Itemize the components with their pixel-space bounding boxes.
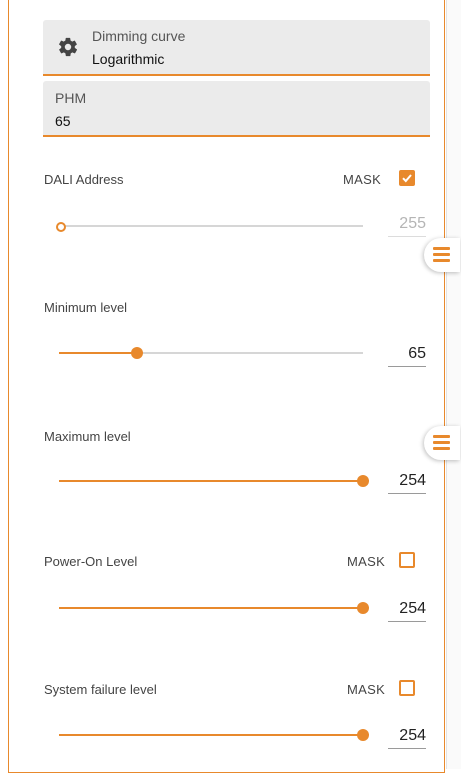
minimum-level-slider-thumb[interactable] [131, 347, 143, 359]
dimming-curve-field[interactable]: Dimming curve Logarithmic [43, 20, 430, 76]
phm-value: 65 [55, 113, 71, 129]
dali-address-mask-checkbox[interactable] [399, 170, 415, 186]
dali-address-slider-thumb[interactable] [56, 222, 66, 232]
gear-icon [59, 37, 78, 57]
system-failure-level-mask-checkbox[interactable] [399, 680, 415, 696]
system-failure-level-value[interactable]: 254 [388, 727, 426, 749]
system-failure-level-mask-label: MASK [347, 682, 386, 697]
minimum-level-slider-fill [59, 352, 137, 354]
maximum-level-slider-fill [59, 480, 363, 482]
phm-label: PHM [55, 90, 87, 106]
dali-address-value[interactable]: 255 [388, 215, 426, 237]
maximum-level-value[interactable]: 254 [388, 472, 426, 494]
power-on-level-value[interactable]: 254 [388, 600, 426, 622]
dali-address-label: DALI Address [44, 172, 124, 187]
maximum-level-slider[interactable] [59, 475, 369, 487]
power-on-level-slider-fill [59, 607, 363, 609]
dimming-curve-label: Dimming curve [92, 28, 186, 44]
dimming-curve-value: Logarithmic [92, 51, 165, 67]
side-menu-button-bottom[interactable] [424, 426, 460, 460]
minimum-level-slider[interactable] [59, 347, 363, 359]
dali-address-slider[interactable] [56, 222, 363, 232]
maximum-level-label: Maximum level [44, 429, 131, 444]
system-failure-level-slider[interactable] [59, 729, 369, 741]
minimum-level-label: Minimum level [44, 300, 128, 315]
system-failure-level-label: System failure level [44, 682, 157, 697]
power-on-level-slider[interactable] [59, 602, 369, 614]
power-on-level-mask-checkbox[interactable] [399, 552, 415, 568]
phm-field[interactable]: PHM 65 [43, 81, 430, 137]
power-on-level-slider-thumb[interactable] [357, 602, 369, 614]
scroll-strip [446, 0, 461, 769]
maximum-level-slider-thumb[interactable] [357, 475, 369, 487]
system-failure-level-slider-thumb[interactable] [357, 729, 369, 741]
power-on-level-mask-label: MASK [347, 554, 386, 569]
check-icon [402, 174, 412, 183]
dali-address-mask-label: MASK [343, 172, 382, 187]
system-failure-level-slider-fill [59, 734, 363, 736]
power-on-level-label: Power-On Level [44, 554, 138, 569]
side-menu-button-top[interactable] [424, 238, 460, 272]
minimum-level-value[interactable]: 65 [388, 345, 426, 367]
